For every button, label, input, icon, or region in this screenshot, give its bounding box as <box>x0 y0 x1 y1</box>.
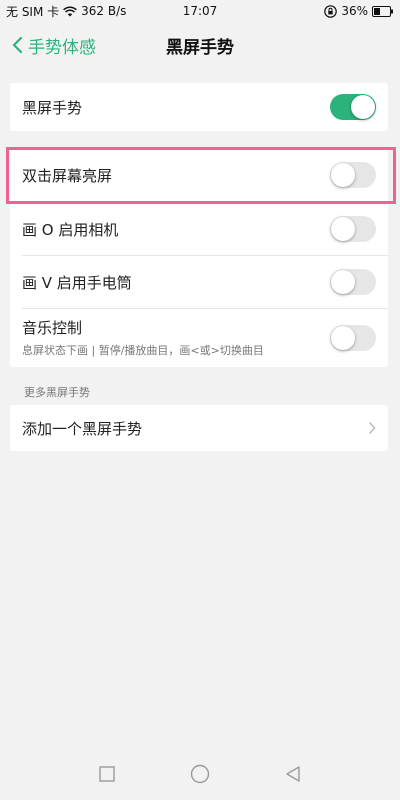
main-toggle-switch[interactable] <box>330 94 376 120</box>
gesture-row-music[interactable]: 音乐控制 息屏状态下画 | 暂停/播放曲目，画<或>切换曲目 <box>10 309 388 366</box>
gestures-card: 双击屏幕亮屏 画 O 启用相机 画 V 启用手电筒 音乐控制 息屏状态下画 | … <box>10 148 388 367</box>
back-nav-button[interactable] <box>273 754 313 794</box>
battery-icon <box>372 5 393 17</box>
add-gesture-label: 添加一个黑屏手势 <box>22 419 143 438</box>
draw-v-toggle[interactable] <box>330 269 376 295</box>
circle-icon <box>190 764 210 784</box>
main-toggle-row[interactable]: 黑屏手势 <box>10 83 388 131</box>
gesture-row-draw-o[interactable]: 画 O 启用相机 <box>10 203 388 255</box>
navigation-bar <box>0 748 400 800</box>
toggle-knob <box>331 163 355 187</box>
gesture-row-double-tap[interactable]: 双击屏幕亮屏 <box>10 148 388 202</box>
home-button[interactable] <box>180 754 220 794</box>
double-tap-toggle[interactable] <box>330 162 376 188</box>
status-bar: 无 SIM 卡 362 B/s 17:07 36% <box>0 0 400 22</box>
gesture-label: 画 O 启用相机 <box>22 220 119 239</box>
toggle-knob <box>331 270 355 294</box>
music-text-block: 音乐控制 息屏状态下画 | 暂停/播放曲目，画<或>切换曲目 <box>22 317 264 358</box>
network-speed: 362 B/s <box>81 4 127 18</box>
square-icon <box>98 766 115 782</box>
toggle-knob <box>331 217 355 241</box>
lock-icon <box>324 4 338 18</box>
main-toggle-card: 黑屏手势 <box>10 83 388 131</box>
toggle-knob <box>351 95 375 119</box>
main-toggle-label: 黑屏手势 <box>22 98 83 117</box>
gesture-label: 双击屏幕亮屏 <box>22 166 113 185</box>
page-title: 黑屏手势 <box>166 37 234 58</box>
gesture-label: 画 V 启用手电筒 <box>22 273 132 292</box>
gesture-label: 音乐控制 <box>22 319 83 337</box>
wifi-icon <box>63 5 78 16</box>
music-control-toggle[interactable] <box>330 324 376 351</box>
header: 手势体感 黑屏手势 <box>0 22 400 68</box>
section-title: 更多黑屏手势 <box>24 386 90 399</box>
gesture-sublabel: 息屏状态下画 | 暂停/播放曲目，画<或>切换曲目 <box>22 344 264 357</box>
add-gesture-row[interactable]: 添加一个黑屏手势 <box>10 405 388 451</box>
status-right: 36% <box>324 4 394 18</box>
screen: 无 SIM 卡 362 B/s 17:07 36% 手势体感 黑屏手势 黑屏手势… <box>0 0 400 800</box>
draw-o-toggle[interactable] <box>330 216 376 242</box>
add-gesture-card: 添加一个黑屏手势 <box>10 405 388 451</box>
triangle-icon <box>286 766 301 782</box>
status-left: 无 SIM 卡 362 B/s <box>6 3 126 20</box>
battery-percent: 36% <box>341 4 368 18</box>
carrier-text: 无 SIM 卡 <box>6 4 60 19</box>
recent-apps-button[interactable] <box>87 754 127 794</box>
chevron-right-icon <box>368 421 376 435</box>
gesture-row-draw-v[interactable]: 画 V 启用手电筒 <box>10 256 388 308</box>
toggle-knob <box>331 325 355 350</box>
